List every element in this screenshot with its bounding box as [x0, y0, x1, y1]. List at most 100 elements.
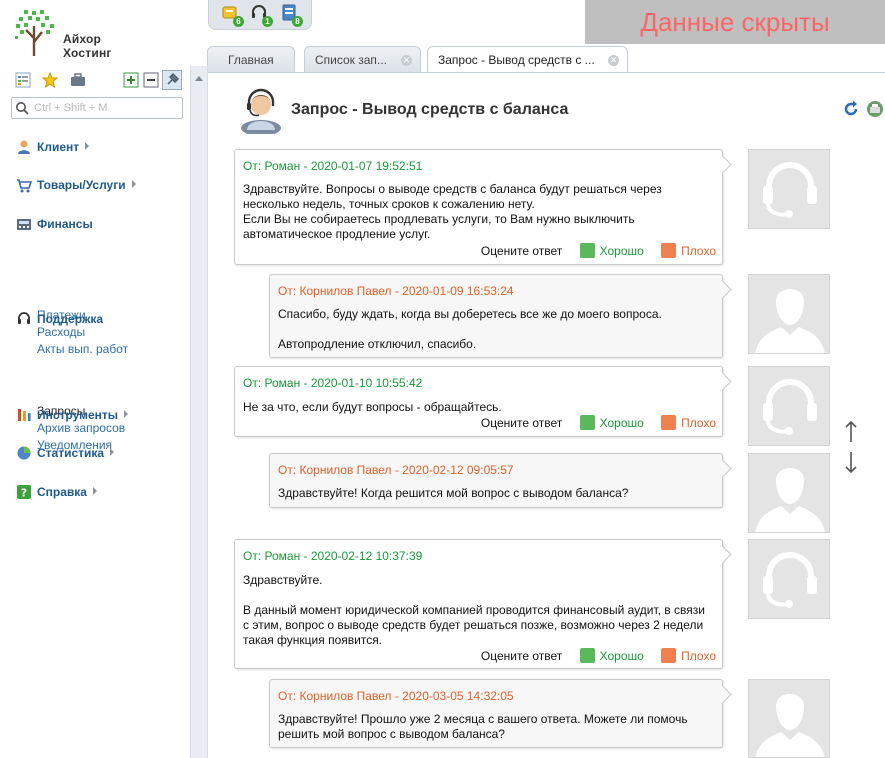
rating-label: Оцените ответ	[480, 244, 563, 258]
chevron-right-icon	[92, 487, 97, 495]
svg-text:?: ?	[21, 487, 27, 500]
sidebar: Клиент Товары/Услуги Финансы Платежи Рас…	[0, 66, 190, 758]
message-support: От: Роман - 2020-01-07 19:52:51 Здравств…	[234, 149, 723, 265]
tab-request-list-label: Список зап...	[315, 53, 387, 67]
pin-icon[interactable]	[162, 70, 182, 90]
user-icon	[18, 140, 30, 154]
chevron-right-icon	[110, 448, 115, 456]
help-icon: ?	[17, 485, 31, 500]
collapse-sidebar-icon[interactable]	[195, 76, 203, 81]
message-header: От: Корнилов Павел - 2020-03-05 14:32:05	[278, 689, 514, 703]
user-avatar-icon	[755, 694, 825, 757]
headset-icon[interactable]: 1	[250, 4, 273, 27]
support-operator-icon	[241, 88, 281, 134]
sidebar-splitter[interactable]	[190, 66, 208, 758]
message-line: В данный момент юридической компанией пр…	[243, 603, 705, 617]
tree-logo-icon	[15, 10, 54, 56]
message-line: Автопродление отключил, спасибо.	[278, 337, 477, 351]
tools-icon	[18, 409, 31, 421]
rating-bar: Оцените ответ Хорошо Плохо	[481, 415, 716, 431]
cart-icon	[17, 179, 32, 193]
sidebar-item-stats-label: Статистика	[37, 446, 105, 460]
sidebar-item-support-label: Поддержка	[37, 312, 104, 326]
user-avatar-icon	[755, 468, 825, 532]
rate-bad-button[interactable]: Плохо	[681, 416, 716, 430]
thumbs-down-icon[interactable]	[661, 415, 677, 430]
sidebar-subitem-expenses[interactable]: Расходы	[37, 325, 85, 339]
thumbs-up-icon[interactable]	[579, 243, 595, 258]
thumbs-up-icon[interactable]	[579, 648, 595, 663]
ticket-icon[interactable]: 6	[221, 4, 244, 27]
message-client: От: Корнилов Павел - 2020-03-05 14:32:05…	[269, 679, 723, 748]
tab-bar: Главная Список зап... ✕ Запрос - Вывод с…	[207, 46, 885, 73]
thumbs-down-icon[interactable]	[661, 243, 677, 258]
quick-access-bar: 6 1 8	[208, 0, 312, 30]
message-line: Спасибо, буду ждать, когда вы доберетесь…	[278, 307, 662, 321]
message-line: решить мой вопрос с выводом баланса?	[278, 727, 505, 741]
close-icon[interactable]: ✕	[401, 55, 412, 66]
expand-icon[interactable]	[123, 72, 139, 88]
rate-bad-button[interactable]: Плохо	[681, 649, 716, 663]
rate-good-button[interactable]: Хорошо	[600, 244, 644, 258]
tab-home[interactable]: Главная	[207, 46, 295, 72]
avatar	[748, 274, 830, 354]
message-header: От: Роман - 2020-02-12 10:37:39	[243, 549, 423, 563]
headset-avatar-icon	[763, 379, 817, 435]
message-line: несколько недель, точных сроков к сожале…	[243, 197, 535, 211]
rating-label: Оцените ответ	[480, 649, 563, 663]
message-line: такая функция появится.	[243, 633, 383, 647]
quickbar-badge-support: 1	[262, 16, 273, 27]
sort-order-icon[interactable]	[843, 420, 859, 474]
invoice-icon[interactable]: 8	[280, 4, 303, 27]
message-client: От: Корнилов Павел - 2020-01-09 16:53:24…	[269, 274, 723, 358]
brand-line2: Хостинг	[63, 46, 112, 60]
avatar	[748, 366, 830, 446]
thumbs-up-icon[interactable]	[579, 415, 595, 430]
avatar	[748, 679, 830, 758]
message-line: Здравствуйте! Когда решится мой вопрос с…	[278, 486, 629, 500]
sidebar-subitem-request-archive[interactable]: Архив запросов	[37, 421, 125, 435]
rating-label: Оцените ответ	[480, 416, 563, 430]
print-icon[interactable]	[866, 100, 884, 118]
brand-line1: Айхор	[63, 32, 102, 46]
sidebar-item-goods-label: Товары/Услуги	[37, 178, 126, 192]
brand-name: Айхор Хостинг	[63, 32, 112, 60]
tab-current-request[interactable]: Запрос - Вывод средств с ... ✕	[427, 46, 628, 73]
refresh-icon[interactable]	[842, 100, 860, 118]
rate-bad-button[interactable]: Плохо	[681, 244, 716, 258]
pie-chart-icon	[17, 446, 31, 460]
avatar	[748, 453, 830, 533]
collapse-icon[interactable]	[143, 72, 159, 88]
thumbs-down-icon[interactable]	[661, 648, 677, 663]
brand-logo[interactable]: Айхор Хостинг	[14, 8, 124, 60]
search-input[interactable]	[11, 97, 183, 119]
message-line: автоматическое продление услуг.	[243, 227, 431, 241]
message-header: От: Роман - 2020-01-07 19:52:51	[243, 159, 423, 173]
calculator-icon	[17, 219, 31, 230]
tab-home-label: Главная	[228, 53, 274, 67]
sidebar-item-client-label: Клиент	[37, 140, 80, 154]
avatar	[748, 539, 830, 619]
close-icon[interactable]: ✕	[608, 55, 619, 66]
sidebar-item-help-label: Справка	[37, 485, 87, 499]
chevron-right-icon	[131, 180, 136, 188]
briefcase-icon[interactable]	[70, 72, 86, 88]
sidebar-subitem-acts[interactable]: Акты вып. работ	[37, 342, 128, 356]
tree-view-icon[interactable]	[15, 72, 31, 88]
message-header: От: Корнилов Павел - 2020-01-09 16:53:24	[278, 284, 514, 298]
tab-request-list[interactable]: Список зап... ✕	[304, 46, 421, 72]
quickbar-badge-invoices: 8	[292, 16, 303, 27]
search-icon	[16, 102, 29, 115]
message-line: с этим, вопрос о выводе средств будет ре…	[243, 618, 704, 632]
headset-avatar-icon	[763, 162, 817, 218]
page-title: Запрос - Вывод средств с баланса	[291, 101, 569, 118]
rate-good-button[interactable]: Хорошо	[600, 416, 644, 430]
message-line: Здравствуйте.	[243, 573, 323, 587]
sidebar-item-tools-label: Инструменты	[37, 408, 119, 422]
message-header: От: Роман - 2020-01-10 10:55:42	[243, 376, 423, 390]
star-icon[interactable]	[42, 72, 58, 88]
sidebar-item-finance-label: Финансы	[37, 217, 93, 231]
headset-avatar-icon	[763, 552, 817, 608]
rate-good-button[interactable]: Хорошо	[600, 649, 644, 663]
message-header: От: Корнилов Павел - 2020-02-12 09:05:57	[278, 463, 514, 477]
